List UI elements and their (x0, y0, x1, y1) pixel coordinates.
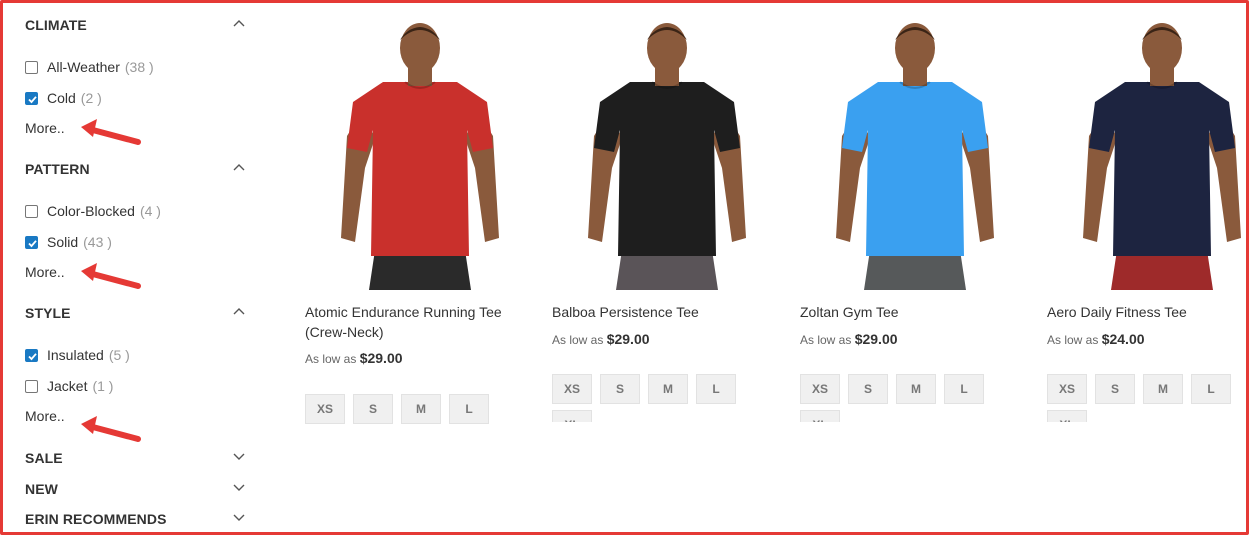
size-option-m[interactable]: M (401, 394, 441, 424)
option-count: (1 ) (92, 378, 114, 394)
size-option-xs[interactable]: XS (552, 374, 592, 404)
product-price: As low as $29.00 (552, 331, 650, 347)
product-price: As low as $24.00 (1047, 331, 1145, 347)
price-prefix: As low as (1047, 333, 1099, 347)
price-prefix: As low as (305, 352, 357, 366)
size-option-s[interactable]: S (1095, 374, 1135, 404)
filter-title-pattern[interactable]: PATTERN (25, 159, 247, 179)
annotation-arrow-icon (81, 119, 141, 145)
option-count: (38 ) (124, 59, 154, 75)
more-link-style[interactable]: More.. (25, 408, 65, 424)
filter-title-new[interactable]: NEW (25, 479, 247, 499)
option-count: (4 ) (139, 203, 161, 219)
filter-title-label: NEW (25, 481, 58, 497)
more-link-climate[interactable]: More.. (25, 120, 65, 136)
chevron-up-icon (233, 20, 245, 27)
chevron-down-icon (233, 484, 245, 491)
chevron-down-icon (233, 514, 245, 521)
size-option-xs[interactable]: XS (1047, 374, 1087, 404)
size-option-l[interactable]: L (944, 374, 984, 404)
more-link-pattern[interactable]: More.. (25, 264, 65, 280)
checkbox[interactable] (25, 205, 38, 218)
product-price: As low as $29.00 (800, 331, 898, 347)
size-option-xl[interactable]: XL (552, 410, 592, 422)
filter-title-erin-recommends[interactable]: ERIN RECOMMENDS (25, 509, 247, 529)
size-option-xl[interactable]: XL (1047, 410, 1087, 422)
filter-title-style[interactable]: STYLE (25, 303, 247, 323)
model-photo (1083, 23, 1241, 290)
price-prefix: As low as (552, 333, 604, 347)
filter-title-label: ERIN RECOMMENDS (25, 511, 167, 527)
size-option-xs[interactable]: XS (800, 374, 840, 404)
checkbox-checked[interactable] (25, 92, 38, 105)
filter-title-label: CLIMATE (25, 17, 87, 33)
option-label: All-Weather (47, 59, 120, 75)
size-option-m[interactable]: M (1143, 374, 1183, 404)
size-swatches: XS SML XL (800, 374, 1000, 422)
product-price: As low as $29.00 (305, 350, 403, 366)
size-option-xs[interactable]: XS (305, 394, 345, 424)
annotation-arrow-icon (81, 263, 141, 289)
annotation-arrow-icon (81, 416, 141, 442)
size-option-m[interactable]: M (648, 374, 688, 404)
option-label: Insulated (47, 347, 104, 363)
model-photo (588, 23, 746, 290)
price-value: $29.00 (854, 331, 898, 347)
price-value: $29.00 (359, 350, 403, 366)
filter-title-label: PATTERN (25, 161, 90, 177)
option-label: Jacket (47, 378, 88, 394)
size-option-l[interactable]: L (449, 394, 489, 424)
option-count: (5 ) (108, 347, 130, 363)
chevron-up-icon (233, 308, 245, 315)
price-value: $24.00 (1101, 331, 1145, 347)
option-count: (43 ) (83, 234, 112, 250)
size-swatches: XS S M L (305, 394, 505, 442)
filter-title-label: STYLE (25, 305, 71, 321)
size-option-l[interactable]: L (696, 374, 736, 404)
model-photo (341, 23, 499, 290)
product-name-link[interactable]: Aero Daily Fitness Tee (1047, 302, 1249, 322)
product-image[interactable] (1047, 18, 1249, 290)
checkbox-checked[interactable] (25, 349, 38, 362)
checkbox[interactable] (25, 380, 38, 393)
option-label: Solid (47, 234, 79, 250)
option-label: Color-Blocked (47, 203, 135, 219)
product-image[interactable] (552, 18, 782, 290)
size-option-xl[interactable]: XL (800, 410, 840, 422)
size-swatches: XS SML XL (552, 374, 752, 422)
product-name-link[interactable]: Balboa Persistence Tee (552, 302, 782, 322)
option-count: (2 ) (80, 90, 102, 106)
size-option-m[interactable]: M (896, 374, 936, 404)
checkbox-checked[interactable] (25, 236, 38, 249)
price-prefix: As low as (800, 333, 852, 347)
option-label: Cold (47, 90, 76, 106)
chevron-up-icon (233, 164, 245, 171)
size-option-s[interactable]: S (848, 374, 888, 404)
product-name-link[interactable]: Zoltan Gym Tee (800, 302, 1030, 322)
size-swatches: XS SML XL (1047, 374, 1247, 422)
product-image[interactable] (305, 18, 535, 290)
product-image[interactable] (800, 18, 1030, 290)
size-option-s[interactable]: S (600, 374, 640, 404)
filter-title-label: SALE (25, 450, 63, 466)
model-photo (836, 23, 994, 290)
size-option-l[interactable]: L (1191, 374, 1231, 404)
price-value: $29.00 (606, 331, 650, 347)
checkbox[interactable] (25, 61, 38, 74)
product-name-link[interactable]: Atomic Endurance Running Tee (Crew-Neck) (305, 302, 535, 342)
size-option-s[interactable]: S (353, 394, 393, 424)
filter-title-climate[interactable]: CLIMATE (25, 15, 247, 35)
chevron-down-icon (233, 453, 245, 460)
